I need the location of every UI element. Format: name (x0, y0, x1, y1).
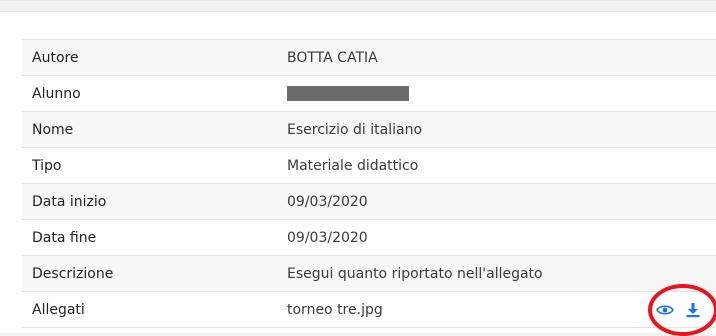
table-row: Autore BOTTA CATIA (22, 39, 716, 76)
table-row: Alunno (22, 75, 716, 112)
row-value-data-inizio: 09/03/2020 (277, 183, 716, 220)
table-row: Descrizione Esegui quanto riportato nell… (22, 255, 716, 292)
row-label-descrizione: Descrizione (22, 255, 277, 292)
row-value-alunno (277, 75, 716, 112)
detail-table: Autore BOTTA CATIA Alunno Nome Esercizio… (22, 39, 716, 328)
attachment-filename[interactable]: torneo tre.jpg (287, 302, 383, 318)
table-row: Data fine 09/03/2020 (22, 219, 716, 256)
row-label-alunno: Alunno (22, 75, 277, 112)
panel-header (0, 1, 716, 12)
row-value-tipo: Materiale didattico (277, 147, 716, 184)
row-label-data-fine: Data fine (22, 219, 277, 256)
table-row: Allegati torneo tre.jpg (22, 291, 716, 328)
table-row: Data inizio 09/03/2020 (22, 183, 716, 220)
table-row: Nome Esercizio di italiano (22, 111, 716, 148)
attachment-actions (656, 301, 702, 319)
row-label-data-inizio: Data inizio (22, 183, 277, 220)
row-value-allegati: torneo tre.jpg (277, 291, 716, 328)
row-value-nome: Esercizio di italiano (277, 111, 716, 148)
row-value-autore: BOTTA CATIA (277, 39, 716, 76)
eye-icon[interactable] (656, 301, 674, 319)
redacted-block (287, 86, 409, 101)
row-value-data-fine: 09/03/2020 (277, 219, 716, 256)
row-label-nome: Nome (22, 111, 277, 148)
row-label-tipo: Tipo (22, 147, 277, 184)
row-label-autore: Autore (22, 39, 277, 76)
row-value-descrizione: Esegui quanto riportato nell'allegato (277, 255, 716, 292)
row-label-allegati: Allegati (22, 291, 277, 328)
table-row: Tipo Materiale didattico (22, 147, 716, 184)
download-icon[interactable] (684, 301, 702, 319)
detail-panel: Autore BOTTA CATIA Alunno Nome Esercizio… (0, 0, 716, 336)
